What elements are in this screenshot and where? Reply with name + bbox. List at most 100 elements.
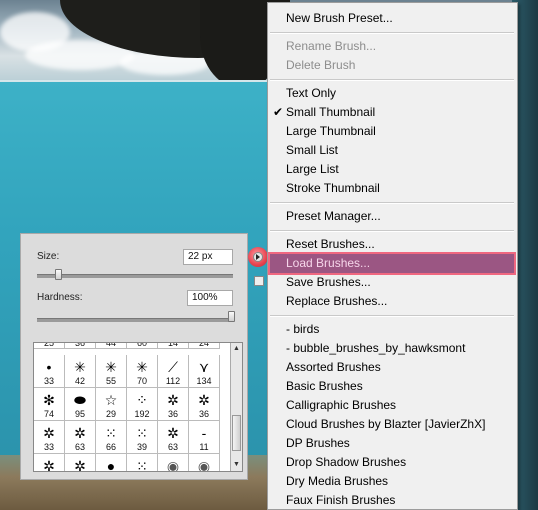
brush-thumbnail[interactable]: ✲48 bbox=[34, 454, 65, 471]
hardness-slider-thumb[interactable] bbox=[228, 311, 235, 322]
leaf-blob-icon: ⬬ bbox=[74, 392, 86, 408]
menu-item-drop-shadow-brushes[interactable]: Drop Shadow Brushes bbox=[268, 453, 517, 472]
hardness-field[interactable]: 100% bbox=[187, 290, 233, 306]
menu-item-label: Calligraphic Brushes bbox=[286, 398, 397, 412]
brush-thumbnail[interactable]: ●55 bbox=[96, 454, 127, 472]
brush-thumbnail[interactable]: ✻ 74 bbox=[34, 388, 65, 421]
menu-item-label: - bubble_brushes_by_hawksmont bbox=[286, 341, 466, 355]
brush-thumbnail[interactable]: 36 bbox=[65, 342, 96, 349]
brush-size-label: 192 bbox=[134, 409, 150, 419]
brush-thumbnail[interactable]: ✲32 bbox=[65, 454, 96, 471]
menu-item-text-only[interactable]: Text Only bbox=[268, 84, 517, 103]
menu-item-label: Replace Brushes... bbox=[286, 294, 388, 308]
menu-item-dry-media-brushes[interactable]: Dry Media Brushes bbox=[268, 472, 517, 491]
menu-item-preset-manager[interactable]: Preset Manager... bbox=[268, 207, 517, 226]
brush-size-label: 36 bbox=[74, 342, 85, 348]
grass-stroke-icon: ⟋ bbox=[168, 359, 178, 375]
menu-item-save-brushes[interactable]: Save Brushes... bbox=[268, 273, 517, 292]
brush-thumbnail[interactable]: 25 bbox=[34, 342, 65, 349]
menu-item-faux-finish-brushes[interactable]: Faux Finish Brushes bbox=[268, 491, 517, 509]
menu-separator bbox=[270, 32, 514, 34]
brush-thumbnail[interactable]: 14 bbox=[158, 343, 189, 349]
menu-item-small-list[interactable]: Small List bbox=[268, 141, 517, 160]
star-outline-icon: ☆ bbox=[104, 392, 118, 408]
grid-scrollbar[interactable]: ▲ ▼ bbox=[230, 343, 242, 471]
menu-item-bubble-brushes-by-hawksmont[interactable]: - bubble_brushes_by_hawksmont bbox=[268, 339, 517, 358]
menu-item-basic-brushes[interactable]: Basic Brushes bbox=[268, 377, 517, 396]
scatter-dots-icon: ⁘ bbox=[136, 392, 148, 408]
brush-thumbnail[interactable]: ✳ 55 bbox=[96, 355, 127, 388]
brush-thumbnail[interactable]: ⁙ 39 bbox=[127, 421, 158, 454]
scroll-thumb[interactable] bbox=[232, 415, 241, 451]
soft-round-icon: ◉ bbox=[197, 458, 211, 472]
brush-thumbnail[interactable]: 60 bbox=[127, 343, 158, 349]
size-slider-track[interactable] bbox=[37, 274, 233, 278]
brush-size-label: 63 bbox=[167, 442, 178, 452]
brush-thumbnail[interactable]: ✲ 63 bbox=[158, 421, 189, 454]
panel-menu-button[interactable] bbox=[248, 247, 268, 267]
brush-thumbnail[interactable]: ◉75 bbox=[158, 454, 189, 472]
menu-item-replace-brushes[interactable]: Replace Brushes... bbox=[268, 292, 517, 311]
menu-item-label: DP Brushes bbox=[286, 436, 350, 450]
menu-item-large-list[interactable]: Large List bbox=[268, 160, 517, 179]
brush-thumbnail[interactable]: ⁘ 192 bbox=[127, 388, 158, 421]
brush-thumbnail[interactable]: ⁙ 66 bbox=[96, 421, 127, 454]
menu-item-label: Text Only bbox=[286, 86, 337, 100]
brush-thumbnail[interactable]: ⁙100 bbox=[127, 454, 158, 471]
brush-thumbnail[interactable]: ◉45 bbox=[189, 454, 220, 472]
menu-item-assorted-brushes[interactable]: Assorted Brushes bbox=[268, 358, 517, 377]
create-preset-icon[interactable] bbox=[254, 276, 264, 286]
hard-round-icon: ● bbox=[106, 458, 116, 472]
menu-item-birds[interactable]: - birds bbox=[268, 320, 517, 339]
brush-thumbnail[interactable]: ✲ 63 bbox=[65, 421, 96, 454]
menu-item-dp-brushes[interactable]: DP Brushes bbox=[268, 434, 517, 453]
menu-item-stroke-thumbnail[interactable]: Stroke Thumbnail bbox=[268, 179, 517, 198]
brush-thumbnail[interactable]: ⬬ 95 bbox=[65, 388, 96, 421]
brush-size-label: 25 bbox=[43, 342, 54, 348]
brush-thumbnail[interactable]: ✳ 70 bbox=[127, 355, 158, 388]
menu-item-label: Save Brushes... bbox=[286, 275, 371, 289]
brush-panel-menu: New Brush Preset... Rename Brush... Delete… bbox=[267, 2, 518, 510]
menu-item-small-thumbnail[interactable]: ✔ Small Thumbnail bbox=[268, 103, 517, 122]
brush-thumbnail[interactable]: 24 bbox=[189, 343, 220, 349]
scroll-down-arrow-icon[interactable]: ▼ bbox=[231, 459, 242, 471]
brush-size-label: 134 bbox=[196, 376, 212, 386]
menu-item-load-brushes[interactable]: Load Brushes... bbox=[270, 254, 514, 273]
size-slider-thumb[interactable] bbox=[55, 269, 62, 280]
brush-thumbnail[interactable]: ✲ 36 bbox=[158, 388, 189, 421]
brush-thumbnail[interactable]: ✲ 33 bbox=[34, 421, 65, 454]
brush-size-label: 29 bbox=[105, 409, 116, 419]
menu-item-cloud-brushes-by-blazter-javierzhx[interactable]: Cloud Brushes by Blazter [JavierZhX] bbox=[268, 415, 517, 434]
menu-separator bbox=[270, 315, 514, 317]
scroll-up-arrow-icon[interactable]: ▲ bbox=[231, 343, 242, 355]
brush-thumbnail[interactable]: ✲ 36 bbox=[189, 388, 220, 421]
menu-separator bbox=[270, 79, 514, 81]
brush-thumbnail[interactable]: ☆ 29 bbox=[96, 388, 127, 421]
brush-thumbnail[interactable]: ✳ 42 bbox=[65, 355, 96, 388]
brush-thumbnail[interactable]: ⟋ 112 bbox=[158, 355, 189, 388]
size-field[interactable]: 22 px bbox=[183, 249, 233, 265]
menu-item-label: Small List bbox=[286, 143, 339, 157]
menu-item-calligraphic-brushes[interactable]: Calligraphic Brushes bbox=[268, 396, 517, 415]
brush-size-label: 11 bbox=[199, 442, 209, 452]
menu-item-label: Dry Media Brushes bbox=[286, 474, 389, 488]
brush-thumbnail[interactable]: ‐11 bbox=[189, 421, 220, 454]
flyout-arrow-icon bbox=[256, 254, 260, 260]
menu-item-large-thumbnail[interactable]: Large Thumbnail bbox=[268, 122, 517, 141]
brush-thumbnail[interactable]: ⋎ 134 bbox=[189, 355, 220, 388]
speckle-icon: ⁙ bbox=[105, 425, 117, 441]
brush-thumbnail[interactable]: 44 bbox=[96, 343, 127, 349]
scatter-leaves-icon: ✲ bbox=[43, 425, 55, 441]
brush-size-label: 33 bbox=[43, 376, 54, 386]
splat-star-icon: ✳ bbox=[136, 359, 148, 375]
brush-thumbnail[interactable]: • 33 bbox=[34, 355, 65, 388]
brush-size-label: 70 bbox=[136, 376, 147, 386]
soft-round-icon: ◉ bbox=[166, 458, 180, 472]
brush-size-label: 39 bbox=[136, 442, 147, 452]
menu-item-reset-brushes[interactable]: Reset Brushes... bbox=[268, 235, 517, 254]
menu-item-label: Reset Brushes... bbox=[286, 237, 375, 251]
brush-size-label: 36 bbox=[198, 409, 209, 419]
hardness-slider-track[interactable] bbox=[37, 318, 233, 322]
tiny-dash-icon: ‐ bbox=[201, 425, 207, 441]
menu-item-new-brush-preset[interactable]: New Brush Preset... bbox=[268, 9, 517, 28]
